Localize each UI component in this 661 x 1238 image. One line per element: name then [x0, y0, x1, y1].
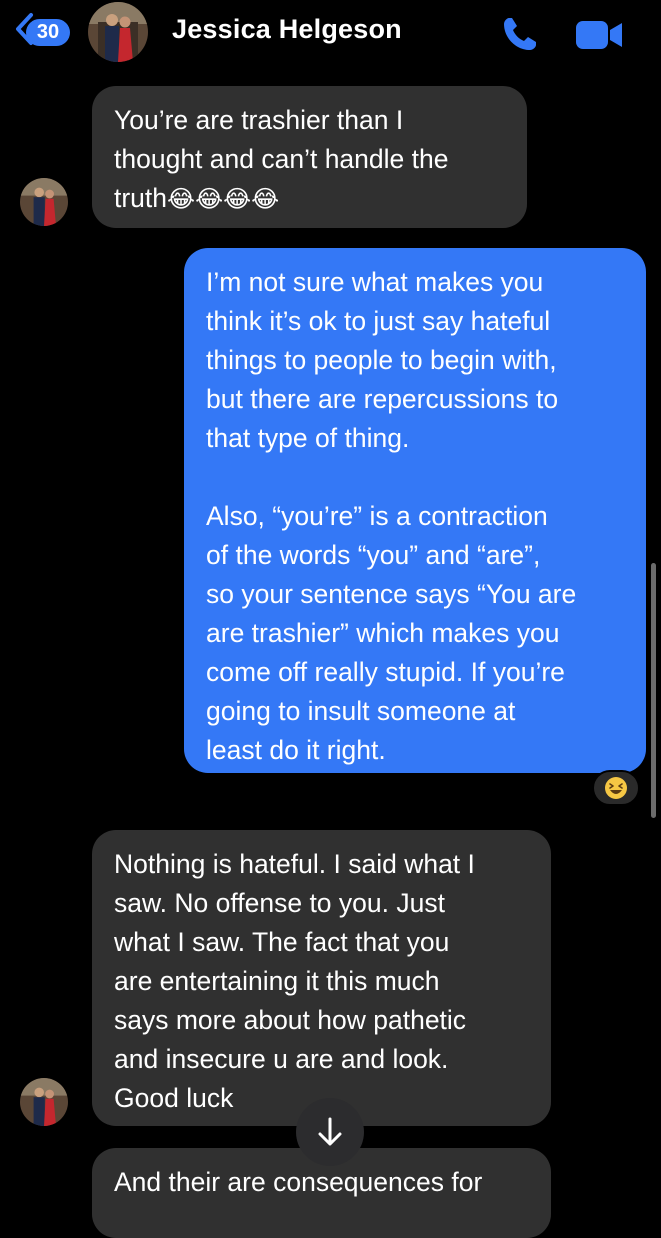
scroll-to-bottom-button[interactable]	[296, 1098, 364, 1166]
incoming-message-bubble[interactable]: You’re are trashier than I thought and c…	[92, 86, 527, 228]
laughing-face-icon	[605, 777, 627, 799]
contact-name[interactable]: Jessica Helgeson	[172, 14, 402, 45]
message-text: You’re are trashier than I thought and c…	[114, 105, 449, 213]
message-text: I’m not sure what makes you think it’s o…	[206, 267, 577, 765]
contact-avatar-small[interactable]	[20, 178, 68, 226]
outgoing-message-bubble[interactable]: I’m not sure what makes you think it’s o…	[184, 248, 646, 773]
avatar-photo-icon	[20, 1078, 68, 1126]
phone-icon[interactable]	[500, 14, 540, 54]
message-text: Nothing is hateful. I said what I saw. N…	[114, 849, 475, 1113]
avatar-photo-icon	[20, 178, 68, 226]
chat-header: 30 Jessica Helgeson	[0, 0, 661, 70]
arrow-down-icon	[318, 1117, 342, 1146]
scrollbar[interactable]	[651, 563, 656, 818]
incoming-message-bubble[interactable]: Nothing is hateful. I said what I saw. N…	[92, 830, 551, 1126]
contact-avatar[interactable]	[88, 2, 148, 62]
message-reaction[interactable]	[592, 770, 640, 806]
contact-avatar-small[interactable]	[20, 1078, 68, 1126]
video-camera-icon[interactable]	[574, 18, 624, 52]
message-text: And their are consequences for	[114, 1167, 483, 1197]
avatar-photo-icon	[88, 2, 148, 62]
face-with-tears-of-joy-icon: 😂😂😂😂	[167, 186, 280, 213]
unread-count-badge[interactable]: 30	[26, 19, 70, 46]
